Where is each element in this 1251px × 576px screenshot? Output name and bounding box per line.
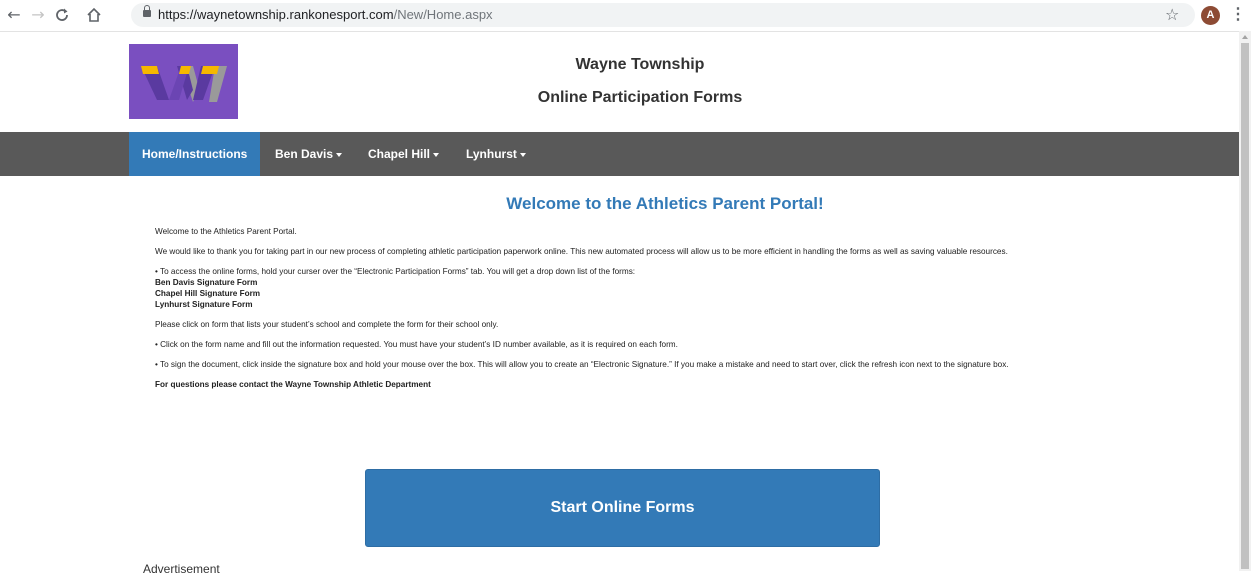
thanks-paragraph: We would like to thank you for taking pa… <box>155 247 1008 256</box>
menu-dots-icon[interactable]: ⋮ <box>1230 4 1246 26</box>
form-name-ben-davis: Ben Davis Signature Form <box>155 278 258 287</box>
school-paragraph: Please click on form that lists your stu… <box>155 320 499 329</box>
form-name-chapel-hill: Chapel Hill Signature Form <box>155 289 261 298</box>
nav-home-instructions[interactable]: Home/Instructions <box>129 132 261 176</box>
logo-w-mark <box>129 44 238 119</box>
welcome-heading: Welcome to the Athletics Parent Portal! <box>506 194 824 213</box>
caret-down-icon <box>336 152 343 157</box>
form-name-lynhurst: Lynhurst Signature Form <box>155 300 253 309</box>
home-glyph <box>87 7 101 22</box>
browser-toolbar: ← → https://waynetownship.rankonesport.c… <box>0 0 1251 32</box>
nav-ben-davis[interactable]: Ben Davis <box>275 132 343 176</box>
address-bar[interactable]: https://waynetownship.rankonesport.com/N… <box>131 3 1195 27</box>
start-online-forms-button[interactable]: Start Online Forms <box>365 469 880 547</box>
advertisement-label: Advertisement <box>143 562 220 576</box>
instructions-content: Welcome to the Athletics Parent Portal. … <box>155 226 1075 399</box>
scroll-thumb[interactable] <box>1241 43 1249 569</box>
intro-paragraph: Welcome to the Athletics Parent Portal. <box>155 227 297 236</box>
reload-glyph <box>56 8 68 21</box>
contact-paragraph: For questions please contact the Wayne T… <box>155 380 431 389</box>
bookmark-star-icon[interactable]: ☆ <box>1165 4 1179 26</box>
scroll-up-arrow-icon[interactable] <box>1242 35 1248 39</box>
home-icon[interactable] <box>83 4 105 26</box>
forward-arrow-icon[interactable]: → <box>27 4 49 26</box>
site-title: Wayne Township <box>575 56 705 73</box>
wayne-township-logo[interactable] <box>129 44 238 119</box>
page-scrollbar[interactable] <box>1239 31 1251 571</box>
nav-lynhurst[interactable]: Lynhurst <box>466 132 526 176</box>
nav-label: Lynhurst <box>466 147 517 161</box>
caret-down-icon <box>519 152 526 157</box>
nav-chapel-hill[interactable]: Chapel Hill <box>368 132 440 176</box>
nav-label: Chapel Hill <box>368 147 431 161</box>
lock-icon <box>143 5 151 17</box>
back-arrow-icon[interactable]: ← <box>3 4 25 26</box>
nav-label: Home/Instructions <box>142 147 248 161</box>
sign-paragraph: • To sign the document, click inside the… <box>155 360 1009 369</box>
site-subtitle: Online Participation Forms <box>537 89 743 106</box>
access-paragraph: • To access the online forms, hold your … <box>155 267 636 276</box>
caret-down-icon <box>433 152 440 157</box>
url-path: /New/Home.aspx <box>393 7 493 22</box>
main-navbar: Home/Instructions Ben Davis Chapel Hill … <box>0 132 1239 176</box>
nav-label: Ben Davis <box>275 147 334 161</box>
reload-icon[interactable] <box>51 4 73 26</box>
profile-avatar[interactable]: A <box>1201 6 1220 25</box>
fill-paragraph: • Click on the form name and fill out th… <box>155 340 678 349</box>
url-text: https://waynetownship.rankonesport.com/N… <box>158 3 493 27</box>
forms-instructions: • To access the online forms, hold your … <box>155 266 1075 310</box>
url-host: https://waynetownship.rankonesport.com <box>158 7 394 22</box>
